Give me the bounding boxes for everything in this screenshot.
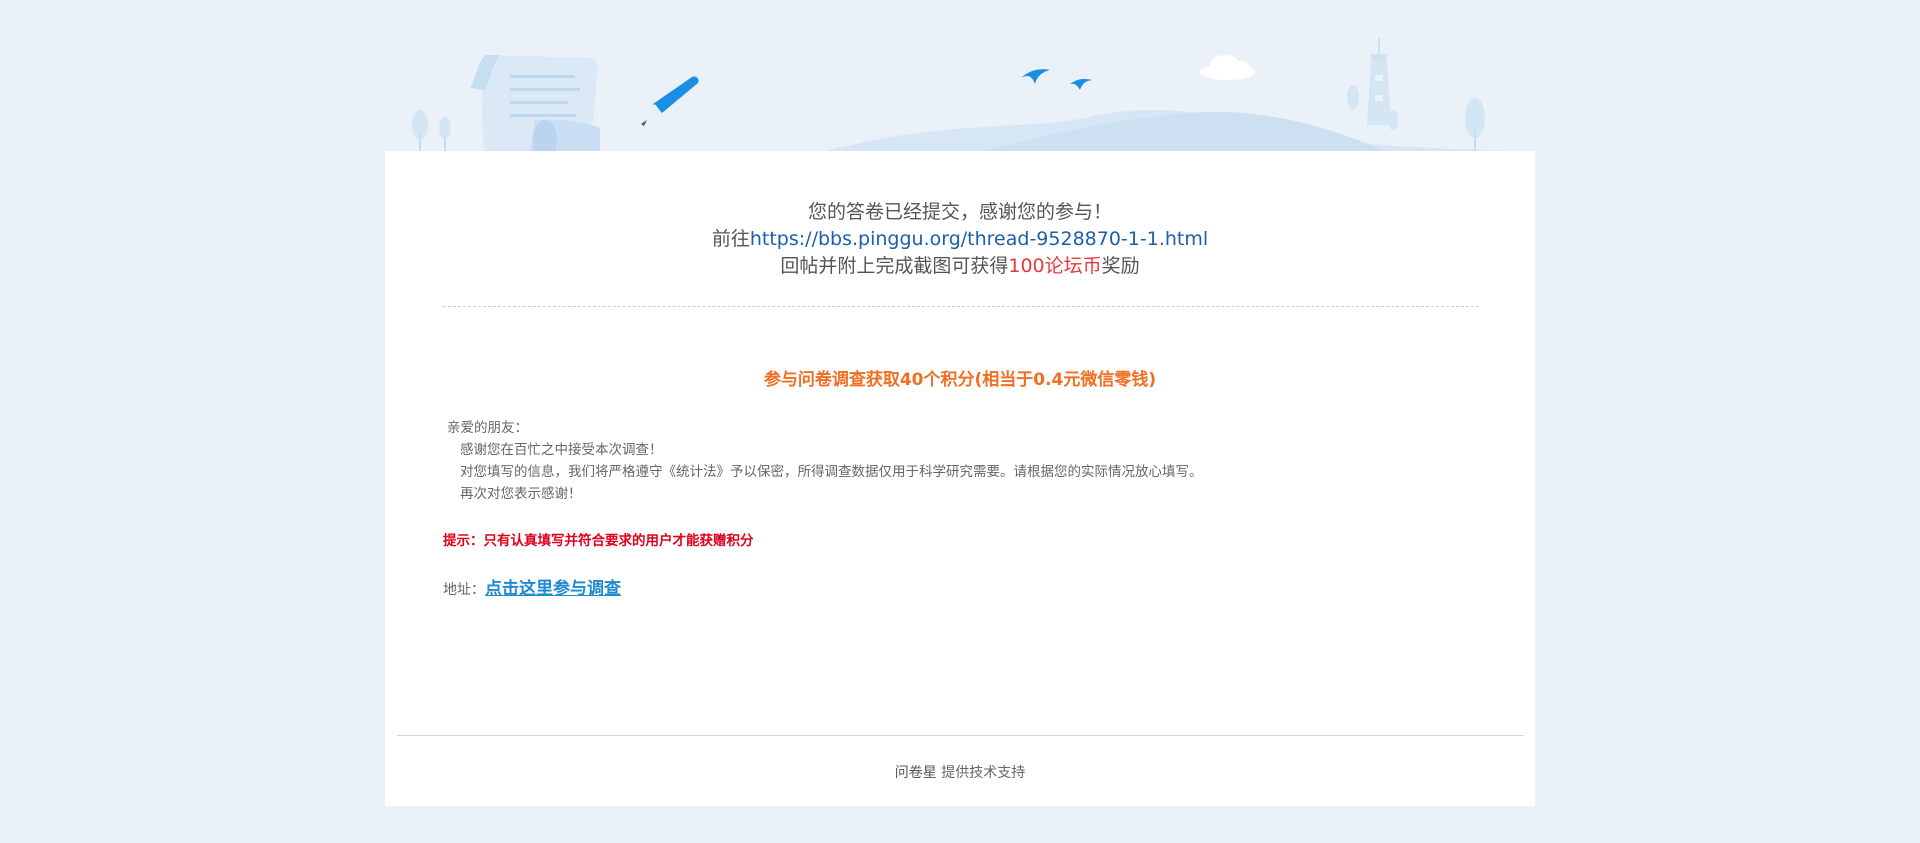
survey-link[interactable]: 点击这里参与调查 [485, 579, 621, 599]
header-banner [385, 0, 1535, 151]
confirmation-line: 您的答卷已经提交，感谢您的参与！ [807, 201, 1112, 223]
reward-suffix: 奖励 [1101, 255, 1140, 277]
reward-instruction: 回帖并附上完成截图可获得100论坛币奖励 [385, 253, 1535, 280]
intro-paragraph: 再次对您表示感谢！ [460, 486, 582, 502]
footer-text: 提供技术支持 [941, 765, 1026, 781]
cloud-icon [1199, 55, 1255, 80]
thread-link[interactable]: https://bbs.pinggu.org/thread-9528870-1-… [750, 228, 1208, 250]
tree-icon [412, 110, 451, 151]
reward-prefix: 回帖并附上完成截图可获得 [780, 255, 1009, 277]
address-label: 地址： [443, 582, 485, 598]
intro-paragraph: 感谢您在百忙之中接受本次调查！ [460, 442, 663, 458]
content-card: 您的答卷已经提交，感谢您的参与！ 前往https://bbs.pinggu.or… [385, 151, 1535, 806]
confirmation-message: 您的答卷已经提交，感谢您的参与！ 前往https://bbs.pinggu.or… [385, 199, 1535, 280]
lighthouse-icon [1347, 38, 1485, 151]
reward-amount: 100论坛币 [1008, 255, 1102, 277]
survey-title: 参与问卷调查获取40个积分(相当于0.4元微信零钱) [763, 370, 1157, 390]
footer-brand[interactable]: 问卷星 [895, 765, 937, 781]
footer-divider [397, 735, 1524, 736]
survey-intro: 亲爱的朋友： 感谢您在百忙之中接受本次调查！ 对您填写的信息，我们将严格遵守《统… [447, 417, 1487, 505]
thread-instruction: 前往https://bbs.pinggu.org/thread-9528870-… [385, 226, 1535, 253]
footer: 问卷星 提供技术支持 [385, 762, 1535, 782]
pen-icon [641, 76, 699, 126]
bird-icon [1021, 69, 1092, 90]
thread-prefix: 前往 [711, 228, 750, 250]
survey-address: 地址：点击这里参与调查 [443, 574, 621, 599]
hills-illustration [825, 109, 1505, 151]
tip-message: 提示：只有认真填写并符合要求的用户才能获赠积分 [443, 533, 754, 549]
greeting: 亲爱的朋友： [447, 420, 528, 436]
scroll-paper-icon [470, 55, 600, 151]
intro-paragraph: 对您填写的信息，我们将严格遵守《统计法》予以保密，所得调查数据仅用于科学研究需要… [460, 464, 1203, 480]
dashed-divider [443, 306, 1479, 307]
